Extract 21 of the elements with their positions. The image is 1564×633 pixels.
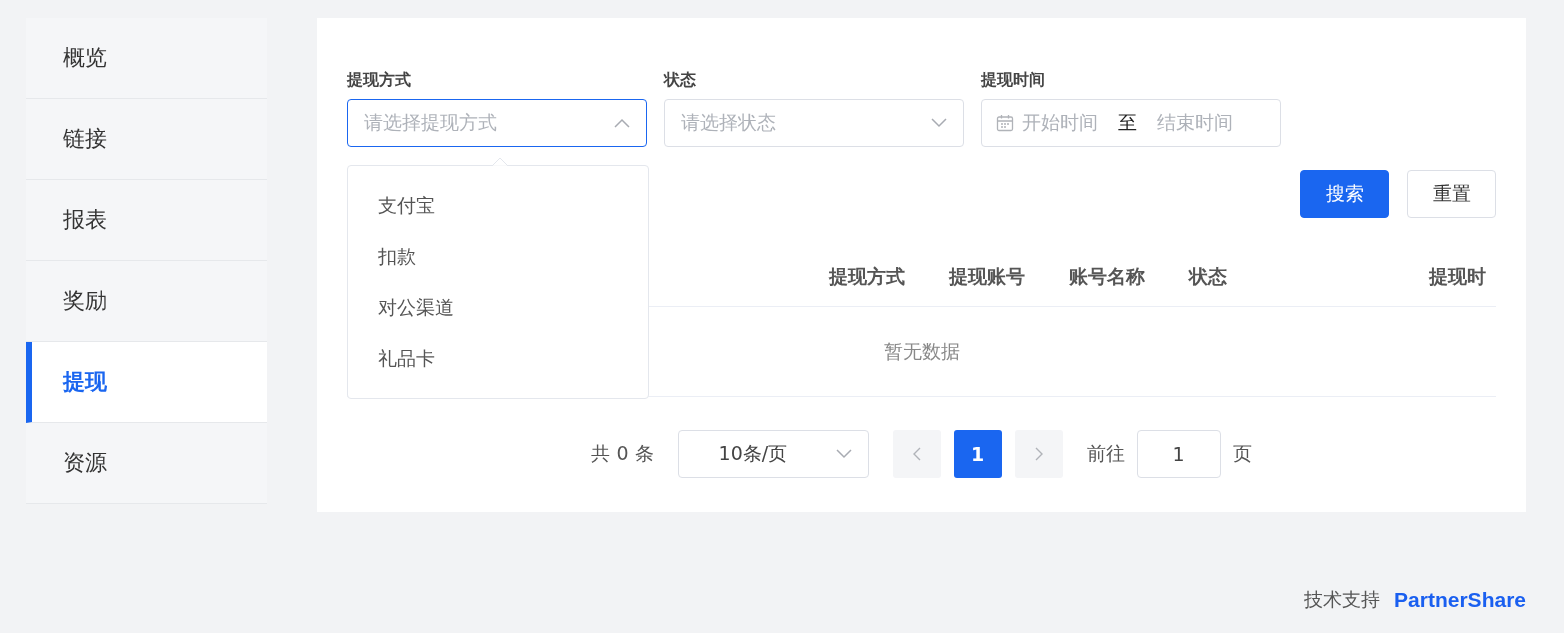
total-count: 共 0 条 xyxy=(591,441,654,466)
logo: PartnerShare xyxy=(1394,588,1526,612)
field-label: 状态 xyxy=(664,70,697,91)
column-header: 提现时 xyxy=(1429,264,1487,289)
goto-label: 前往 xyxy=(1086,441,1125,466)
page-button[interactable]: 1 xyxy=(953,430,1002,478)
field-label: 提现时间 xyxy=(981,70,1046,91)
support-label: 技术支持 xyxy=(1304,587,1381,612)
column-header: 账号名称 xyxy=(1069,264,1146,289)
page-suffix: 页 xyxy=(1232,441,1252,466)
column-header: 提现账号 xyxy=(949,264,1026,289)
date-range-field[interactable]: 开始时间 至 结束时间 xyxy=(981,99,1281,147)
reset-button[interactable]: 重置 xyxy=(1407,170,1496,218)
search-button[interactable]: 搜索 xyxy=(1300,170,1389,218)
page-input[interactable]: 1 xyxy=(1136,430,1221,478)
column-header: 状态 xyxy=(1189,264,1228,289)
column-header: 提现方式 xyxy=(829,264,906,289)
empty-text: 暂无数据 xyxy=(883,338,960,364)
field-label: 提现方式 xyxy=(347,70,412,91)
sidebar-item[interactable]: 提现 xyxy=(26,342,267,423)
page-size-select[interactable]: 10条/页 xyxy=(677,430,869,478)
